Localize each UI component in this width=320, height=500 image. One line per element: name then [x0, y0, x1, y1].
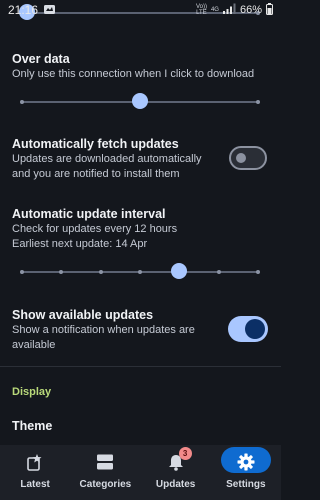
section-divider — [0, 366, 281, 367]
show-updates-description-2: available — [12, 339, 56, 351]
network-type-indicator: 4G — [210, 7, 219, 13]
nav-settings-label: Settings — [226, 479, 266, 490]
show-updates-description-1: Show a notification when updates are — [12, 324, 195, 336]
status-bar: 21:16 Vo)) LTE 4G 66% — [0, 0, 281, 20]
update-interval-line-1: Check for updates every 12 hours — [12, 223, 178, 235]
display-section-header: Display — [12, 386, 52, 398]
update-interval-line-2: Earliest next update: 14 Apr — [12, 238, 148, 250]
auto-fetch-toggle-thumb — [236, 153, 246, 163]
update-interval-title: Automatic update interval — [12, 207, 166, 221]
nav-categories[interactable]: Categories — [70, 445, 140, 500]
settings-scroll-area[interactable]: Over data Only use this connection when … — [0, 0, 281, 445]
update-interval-tick — [138, 270, 142, 274]
nav-latest[interactable]: Latest — [0, 445, 70, 500]
auto-fetch-title: Automatically fetch updates — [12, 137, 179, 151]
update-interval-slider-knob[interactable] — [171, 263, 187, 279]
over-data-description: Only use this connection when I click to… — [12, 68, 255, 80]
auto-fetch-description-2: and you are notified to install them — [12, 168, 180, 180]
update-interval-tick — [217, 270, 221, 274]
volte-indicator: Vo)) LTE — [195, 4, 207, 16]
bottom-navigation: Latest Categories 3 Updates Settings — [0, 445, 281, 500]
updates-badge: 3 — [178, 447, 192, 460]
over-data-slider-tick-start — [20, 100, 24, 104]
notification-icon — [44, 3, 56, 17]
nav-updates-label: Updates — [155, 479, 196, 490]
over-data-slider-tick-end — [256, 100, 260, 104]
battery-icon — [266, 2, 273, 18]
gear-icon — [231, 451, 261, 473]
update-interval-tick — [256, 270, 260, 274]
show-updates-toggle-thumb — [245, 319, 265, 339]
nav-settings[interactable]: Settings — [211, 445, 281, 500]
nav-latest-label: Latest — [20, 479, 50, 490]
update-interval-tick — [99, 270, 103, 274]
status-time: 21:16 — [8, 3, 39, 17]
over-data-title: Over data — [12, 52, 70, 66]
update-interval-tick — [59, 270, 63, 274]
auto-fetch-description-1: Updates are downloaded automatically — [12, 153, 202, 165]
update-interval-tick — [20, 270, 24, 274]
battery-percent: 66% — [239, 4, 262, 16]
auto-fetch-toggle[interactable] — [229, 146, 267, 170]
over-data-slider-knob[interactable] — [132, 93, 148, 109]
nav-updates[interactable]: 3 Updates — [141, 445, 211, 500]
show-updates-title: Show available updates — [12, 308, 154, 322]
signal-icon — [222, 3, 236, 17]
categories-icon — [90, 451, 120, 473]
show-updates-toggle[interactable] — [228, 316, 268, 342]
theme-title[interactable]: Theme — [12, 419, 52, 433]
latest-icon — [20, 451, 50, 473]
nav-categories-label: Categories — [79, 479, 132, 490]
